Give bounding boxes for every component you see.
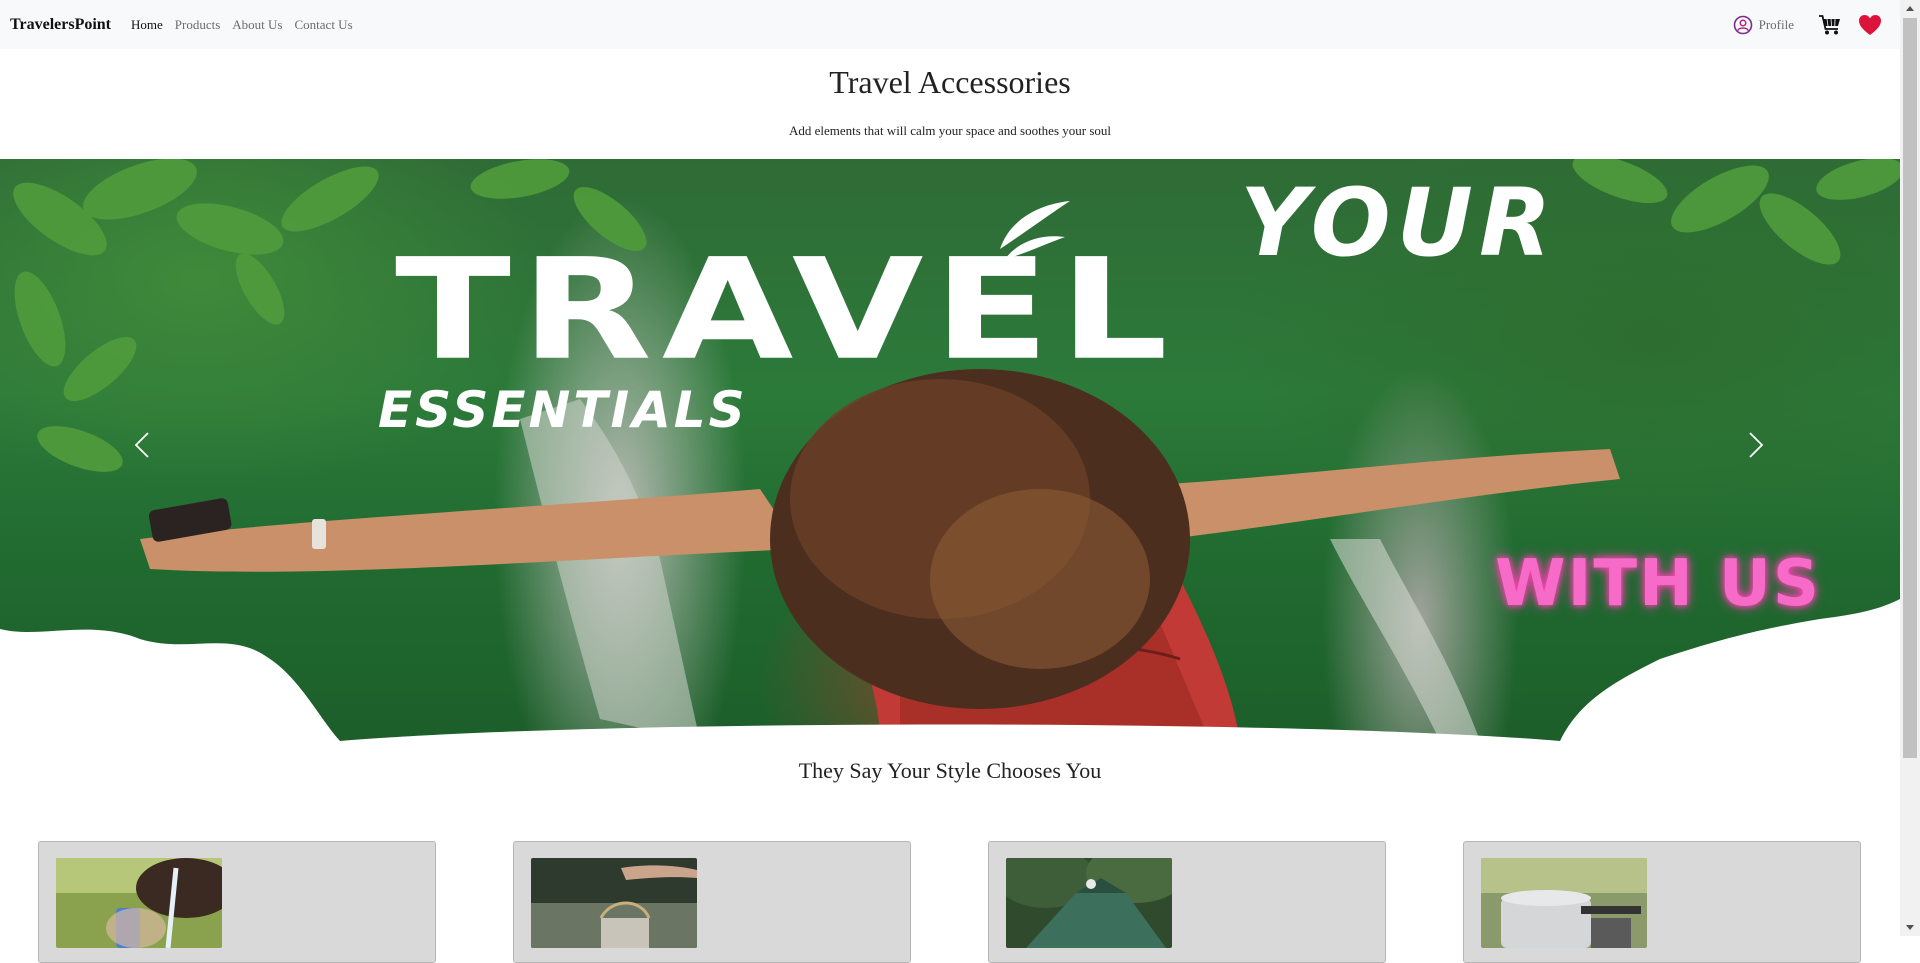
navbar: TravelersPoint Home Products About Us Co…: [0, 0, 1900, 49]
chevron-right-icon: [1748, 432, 1764, 458]
profile-label: Profile: [1759, 17, 1794, 33]
hero-text-travel: TRAVEL: [395, 229, 1178, 391]
page-title: Travel Accessories: [0, 64, 1900, 101]
hero-text-your: YOUR: [1240, 169, 1557, 278]
product-card[interactable]: [513, 841, 911, 963]
cooking-pot-image: [1481, 858, 1647, 948]
nav-link-contact[interactable]: Contact Us: [295, 17, 353, 33]
carousel-next-button[interactable]: [1736, 425, 1776, 465]
chevron-left-icon: [134, 432, 150, 458]
hero-text-essentials: ESSENTIALS: [378, 381, 748, 439]
nav-actions: Profile: [1733, 0, 1882, 49]
product-card[interactable]: [38, 841, 436, 963]
nav-link-about[interactable]: About Us: [232, 17, 282, 33]
section-title: They Say Your Style Chooses You: [0, 758, 1900, 784]
hero-carousel: YOUR TRAVEL ESSENTIALS WITH US: [0, 159, 1900, 741]
scroll-down-arrow-icon[interactable]: [1900, 919, 1920, 936]
heart-icon[interactable]: [1858, 14, 1882, 36]
product-card[interactable]: [988, 841, 1386, 963]
nav-link-home[interactable]: Home: [131, 17, 163, 33]
scrollbar-thumb[interactable]: [1903, 18, 1917, 758]
hero-text-with-us: WITH US: [1495, 547, 1821, 621]
lantern-image: [531, 858, 697, 948]
tent-image: [1006, 858, 1172, 948]
cart-icon[interactable]: [1818, 14, 1842, 36]
page-scrollbar[interactable]: [1900, 0, 1920, 936]
water-bottle-image: [56, 858, 222, 948]
profile-link[interactable]: Profile: [1733, 15, 1794, 35]
nav-links: Home Products About Us Contact Us: [131, 17, 365, 33]
brand-logo[interactable]: TravelersPoint: [10, 16, 111, 34]
product-card[interactable]: [1463, 841, 1861, 963]
user-circle-icon: [1733, 15, 1753, 35]
nav-link-products[interactable]: Products: [175, 17, 221, 33]
page-subtitle: Add elements that will calm your space a…: [0, 123, 1900, 139]
scroll-up-arrow-icon[interactable]: [1900, 0, 1920, 17]
carousel-prev-button[interactable]: [122, 425, 162, 465]
